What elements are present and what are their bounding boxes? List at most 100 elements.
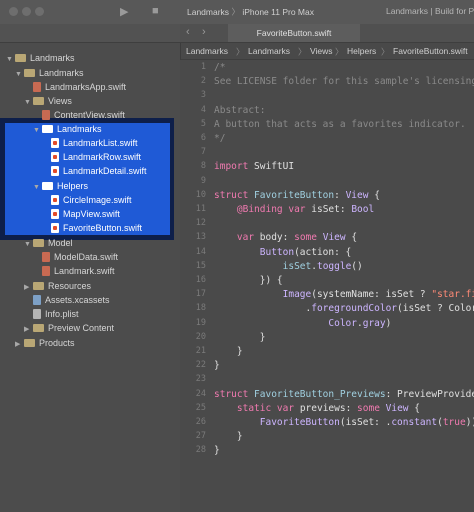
code-token: */ <box>214 133 226 144</box>
navigator-item-label: ContentView.swift <box>54 110 125 120</box>
disclosure-open-icon[interactable]: ▼ <box>6 53 15 67</box>
breadcrumb-item[interactable]: Landmarks <box>186 46 228 56</box>
code-line[interactable]: var body: some View { <box>214 232 357 243</box>
scheme-selector[interactable]: Landmarks 〉 iPhone 11 Pro Max <box>187 6 314 18</box>
navigator-group[interactable]: ▶ Resources <box>24 279 91 293</box>
navigator-file[interactable]: LandmarksApp.swift <box>24 80 126 94</box>
disclosure-open-icon[interactable]: ▼ <box>24 96 33 110</box>
back-icon[interactable]: ‹ <box>186 26 190 38</box>
breadcrumb-item[interactable]: FavoriteButton.swift <box>393 46 468 56</box>
code-token: isSet <box>214 260 312 272</box>
navigator-group[interactable]: ▼ Landmarks <box>15 66 84 80</box>
code-line[interactable]: Button(action: { <box>214 246 352 258</box>
line-number: 24 <box>195 388 206 399</box>
navigator-group[interactable]: ▼ Landmarks <box>33 122 102 136</box>
navigator-file[interactable]: CircleImage.swift <box>42 193 132 207</box>
line-number: 25 <box>195 402 206 413</box>
navigator-group[interactable]: ▼ Views <box>24 94 72 108</box>
code-line[interactable]: }) { <box>214 275 283 286</box>
navigator-group[interactable]: ▼ Helpers <box>33 179 88 193</box>
navigator-file[interactable]: FavoriteButton.swift <box>42 221 142 235</box>
disclosure-closed-icon[interactable]: ▶ <box>24 323 33 337</box>
navigator-item-label: LandmarksApp.swift <box>45 82 127 92</box>
breadcrumb-item[interactable]: Landmarks <box>248 46 290 56</box>
disclosure-open-icon[interactable]: ▼ <box>15 68 24 82</box>
code-token: import <box>214 161 249 173</box>
navigator-group[interactable]: ▶ Preview Content <box>24 321 114 335</box>
code-token: )) <box>465 417 474 428</box>
stop-icon[interactable]: ■ <box>152 5 159 17</box>
minimize-icon[interactable] <box>22 7 31 16</box>
code-line[interactable]: } <box>214 431 243 442</box>
navigator-item-label: Landmarks <box>30 53 75 63</box>
code-line[interactable]: /* <box>214 62 225 73</box>
code-line[interactable]: @Binding var isSet: Bool <box>214 204 374 215</box>
code-token: Button <box>214 246 295 258</box>
navigator-item-label: Products <box>39 338 75 348</box>
disclosure-open-icon[interactable]: ▼ <box>33 181 42 195</box>
breadcrumb: Landmarks 〉 Landmarks 〉 Views 〉 Helpers … <box>180 43 474 60</box>
swift-file-icon <box>33 82 41 92</box>
line-number: 7 <box>200 147 206 158</box>
navigator-group[interactable]: ▶ Products <box>15 336 75 350</box>
disclosure-closed-icon[interactable]: ▶ <box>15 338 24 352</box>
code-token: FavoriteButton <box>248 189 335 201</box>
close-icon[interactable] <box>9 7 18 16</box>
code-line[interactable]: static var previews: some View { <box>214 403 420 414</box>
navigator-file[interactable]: LandmarkList.swift <box>42 136 138 150</box>
navigator-file[interactable]: Info.plist <box>24 307 79 321</box>
line-number: 9 <box>200 175 206 186</box>
code-token: : <box>339 204 352 215</box>
disclosure-open-icon[interactable]: ▼ <box>24 238 33 252</box>
code-token: isSet <box>305 204 340 215</box>
navigator-file[interactable]: ContentView.swift <box>33 108 125 122</box>
code-token: A button that acts as a favorites indica… <box>214 118 466 130</box>
code-line[interactable]: isSet.toggle() <box>214 261 363 272</box>
code-line[interactable]: See LICENSE folder for this sample's lic… <box>214 76 474 87</box>
folder-icon <box>42 125 53 133</box>
swift-file-icon <box>42 252 50 262</box>
code-token: var <box>282 204 306 215</box>
code-token: Image <box>214 289 312 301</box>
navigator-group[interactable]: ▼ Landmarks <box>6 51 75 65</box>
code-line[interactable]: struct FavoriteButton_Previews: PreviewP… <box>214 389 474 400</box>
swift-file-icon <box>42 110 50 120</box>
navigator-file[interactable]: Assets.xcassets <box>24 293 110 307</box>
tab-favoritebutton[interactable]: FavoriteButton.swift <box>228 24 360 42</box>
navigator-selector-bar[interactable] <box>0 24 180 43</box>
navigator-file[interactable]: LandmarkRow.swift <box>42 150 141 164</box>
run-icon[interactable]: ▶ <box>120 5 128 18</box>
code-line[interactable]: } <box>214 346 243 357</box>
navigator-file[interactable]: ModelData.swift <box>33 250 118 264</box>
code-line[interactable]: FavoriteButton(isSet: .constant(true)) <box>214 417 474 428</box>
forward-icon[interactable]: › <box>202 26 206 38</box>
file-icon <box>33 309 41 319</box>
code-line[interactable]: } <box>214 445 220 456</box>
navigator-file[interactable]: MapView.swift <box>42 207 120 221</box>
disclosure-open-icon[interactable]: ▼ <box>33 124 42 138</box>
line-number: 22 <box>195 360 206 371</box>
code-line[interactable]: } <box>214 360 220 371</box>
navigator-file[interactable]: Landmark.swift <box>33 264 115 278</box>
code-token: (action: { <box>294 246 352 258</box>
code-line[interactable]: } <box>214 332 266 343</box>
line-number: 23 <box>195 374 206 385</box>
code-token: gray <box>362 317 386 329</box>
code-line[interactable]: .foregroundColor(isSet ? Color <box>214 303 474 314</box>
editor-tab-bar: ‹ › FavoriteButton.swift <box>180 24 474 43</box>
navigator-item-label: FavoriteButton.swift <box>63 223 143 233</box>
code-line[interactable]: Image(systemName: isSet ? "star.fi <box>214 289 474 300</box>
navigator-file[interactable]: LandmarkDetail.swift <box>42 164 147 178</box>
code-line[interactable]: A button that acts as a favorites indica… <box>214 119 466 130</box>
code-line[interactable]: struct FavoriteButton: View { <box>214 190 380 201</box>
code-line[interactable]: */ <box>214 133 225 144</box>
code-line[interactable]: Abstract: <box>214 105 265 116</box>
code-line[interactable]: import SwiftUI <box>214 161 294 172</box>
line-number: 4 <box>200 104 206 115</box>
breadcrumb-item[interactable]: Helpers <box>347 46 376 56</box>
code-line[interactable]: Color.gray) <box>214 318 391 329</box>
breadcrumb-item[interactable]: Views <box>310 46 333 56</box>
zoom-icon[interactable] <box>35 7 44 16</box>
folder-icon <box>42 182 53 190</box>
navigator-group[interactable]: ▼ Model <box>24 236 73 250</box>
